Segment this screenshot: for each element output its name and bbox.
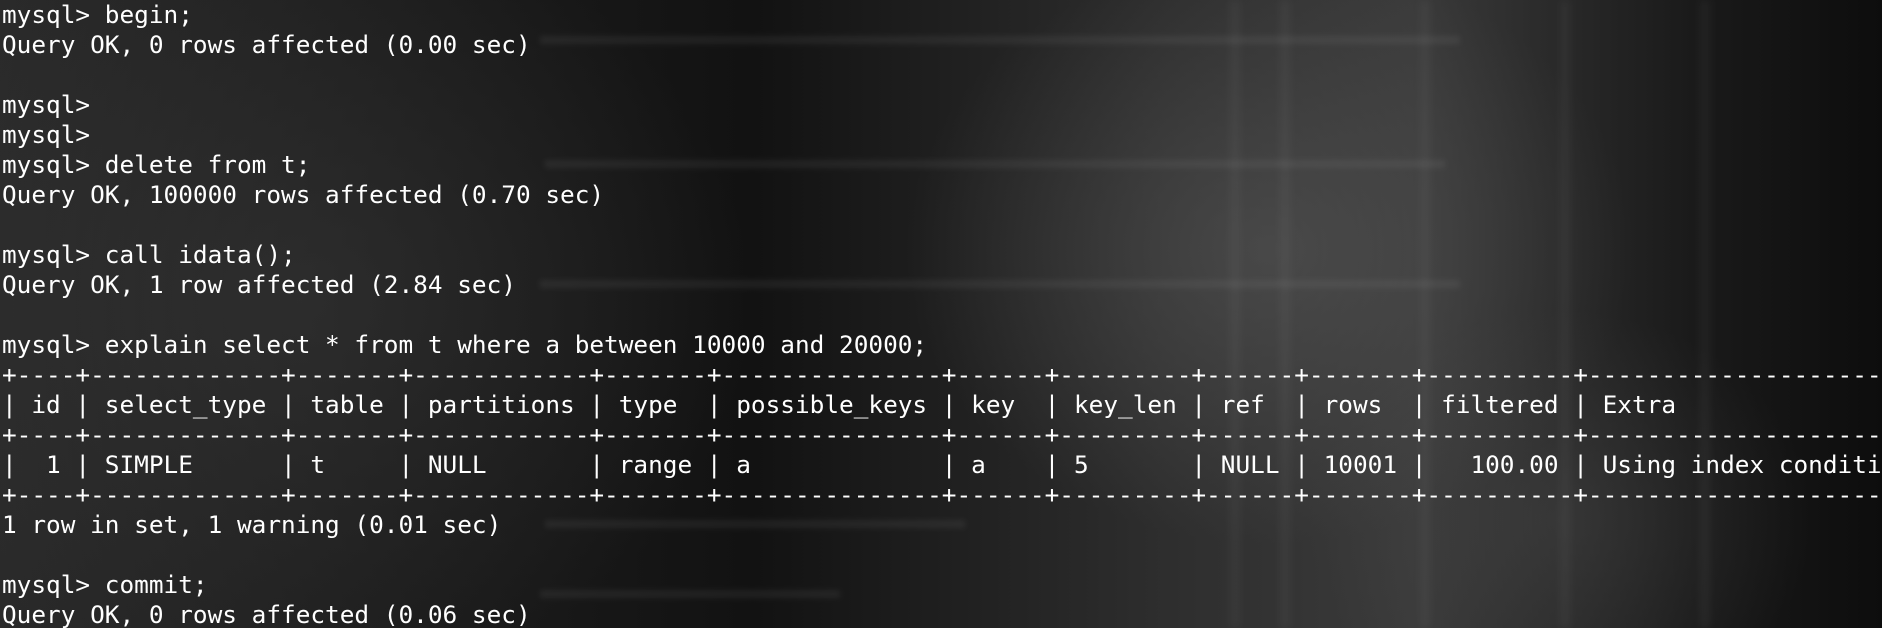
prompt-line: mysql> call idata();: [2, 240, 296, 269]
prompt-line: mysql> begin;: [2, 0, 193, 29]
prompt-line: mysql> explain select * from t where a b…: [2, 330, 928, 359]
prompt-line: mysql>: [2, 120, 91, 149]
result-line: Query OK, 1 row affected (2.84 sec): [2, 270, 516, 299]
terminal-output[interactable]: mysql> begin; Query OK, 0 rows affected (…: [2, 0, 1882, 628]
prompt-line: mysql>: [2, 90, 91, 119]
terminal-window[interactable]: mysql> begin; Query OK, 0 rows affected (…: [0, 0, 1882, 628]
table-row: | 1 | SIMPLE | t | NULL | range | a | a …: [2, 450, 1882, 479]
table-border: +----+-------------+-------+------------…: [2, 420, 1882, 449]
result-line: 1 row in set, 1 warning (0.01 sec): [2, 510, 502, 539]
result-line: Query OK, 0 rows affected (0.00 sec): [2, 30, 531, 59]
table-header-row: | id | select_type | table | partitions …: [2, 390, 1882, 419]
result-line: Query OK, 0 rows affected (0.06 sec): [2, 600, 531, 628]
table-border: +----+-------------+-------+------------…: [2, 360, 1882, 389]
result-line: Query OK, 100000 rows affected (0.70 sec…: [2, 180, 605, 209]
prompt-line: mysql> delete from t;: [2, 150, 311, 179]
prompt-line: mysql> commit;: [2, 570, 208, 599]
table-border: +----+-------------+-------+------------…: [2, 480, 1882, 509]
